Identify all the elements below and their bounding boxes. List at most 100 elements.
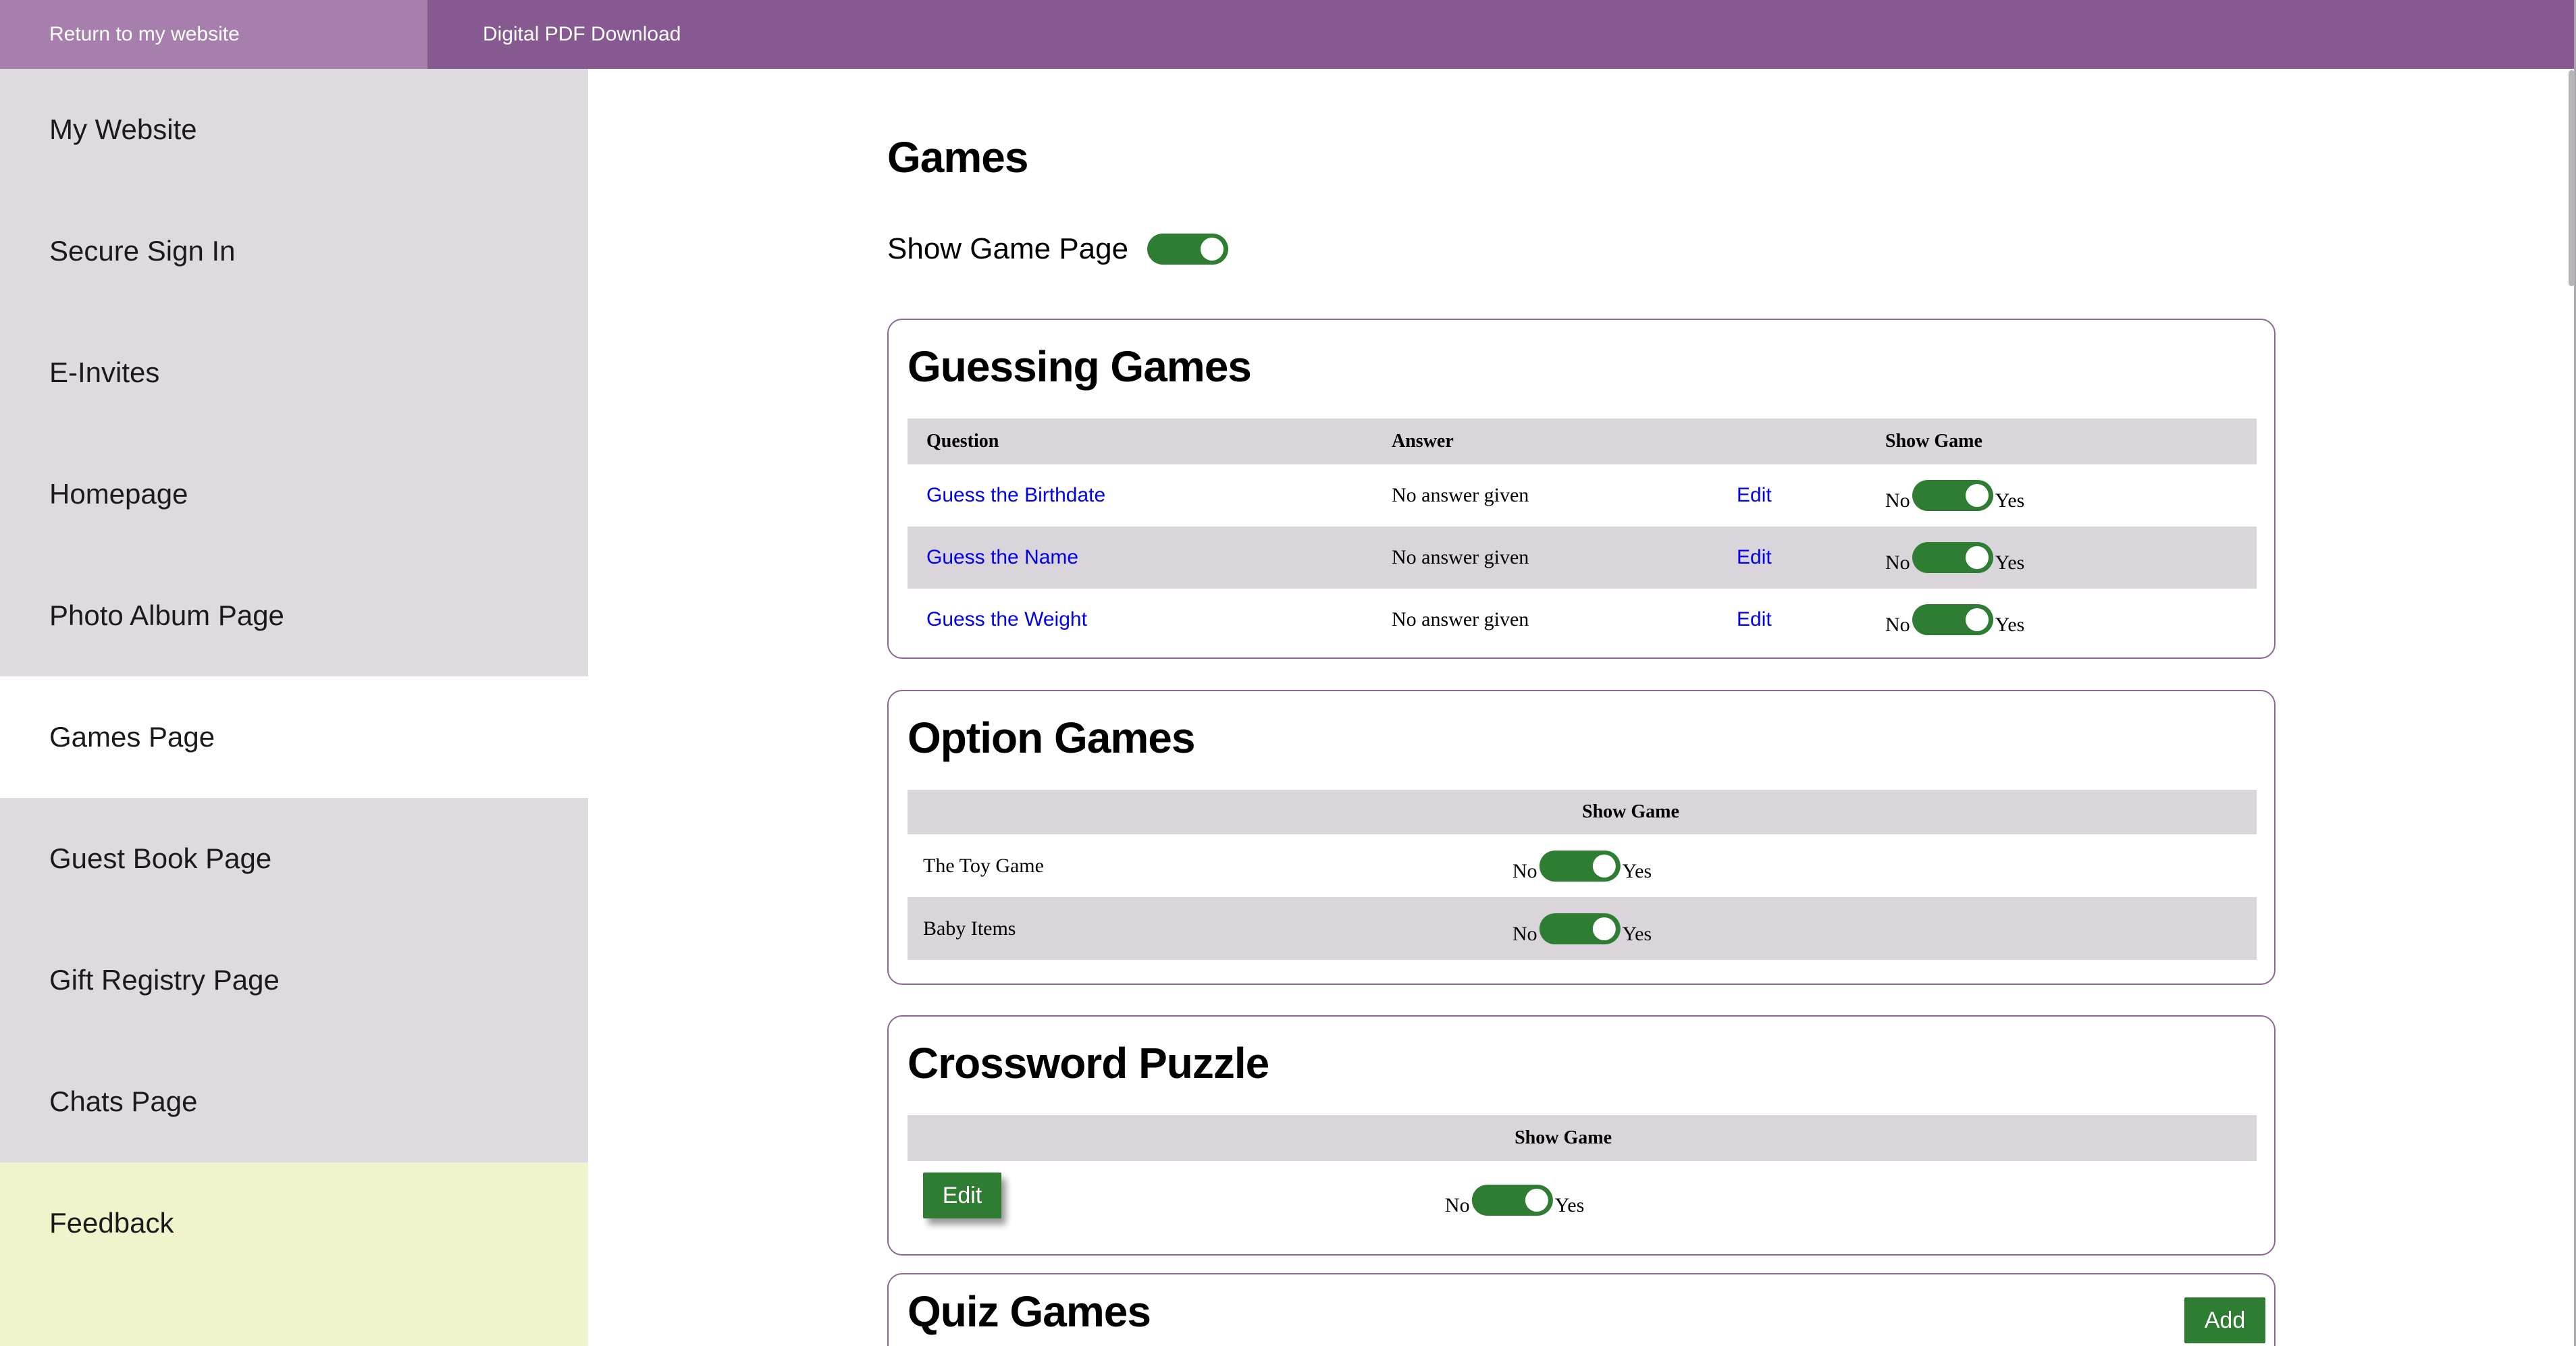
toggle-yes-label: Yes xyxy=(1995,614,2025,637)
guessing-games-card: Guessing Games Question Answer Show Game… xyxy=(887,319,2276,659)
toggle-no-label: No xyxy=(1885,614,1910,637)
table-header-row: Show Game xyxy=(908,1115,2257,1161)
quiz-games-title: Quiz Games xyxy=(908,1288,2274,1335)
show-game-page-row: Show Game Page xyxy=(887,232,1228,266)
show-game-toggle[interactable] xyxy=(1912,542,1993,573)
sidebar-item-label: Feedback xyxy=(49,1162,174,1284)
add-button[interactable]: Add xyxy=(2184,1297,2265,1343)
show-game-toggle-group: No Yes xyxy=(1513,913,1652,944)
sidebar-item-games-page[interactable]: Games Page xyxy=(0,676,588,798)
guessing-games-table: Question Answer Show Game Guess the Birt… xyxy=(908,419,2257,651)
game-name: The Toy Game xyxy=(923,855,1044,878)
digital-pdf-download-tab[interactable]: Digital PDF Download xyxy=(427,0,681,69)
show-game-toggle-group: No Yes xyxy=(1885,604,2024,635)
toggle-knob-icon xyxy=(1525,1189,1548,1212)
sidebar-item-label: Secure Sign In xyxy=(49,235,236,267)
show-game-toggle[interactable] xyxy=(1540,851,1621,882)
edit-link[interactable]: Edit xyxy=(1737,608,1772,631)
table-header-row: Question Answer Show Game xyxy=(908,419,2257,464)
table-header-row: Show Game xyxy=(908,790,2257,834)
show-game-page-toggle[interactable] xyxy=(1147,234,1228,265)
option-games-title: Option Games xyxy=(908,714,2274,761)
edit-button[interactable]: Edit xyxy=(923,1173,1001,1218)
option-games-card: Option Games Show Game The Toy Game No Y… xyxy=(887,690,2276,985)
sidebar-item-gift-registry-page[interactable]: Gift Registry Page xyxy=(0,919,588,1041)
show-game-toggle-group: No Yes xyxy=(1885,542,2024,573)
edit-link[interactable]: Edit xyxy=(1737,546,1772,569)
table-row: The Toy Game No Yes xyxy=(908,834,2257,897)
question-link[interactable]: Guess the Weight xyxy=(926,608,1087,631)
sidebar-item-label: Guest Book Page xyxy=(49,842,271,875)
show-game-page-label: Show Game Page xyxy=(887,232,1128,266)
table-row: Baby Items No Yes xyxy=(908,897,2257,960)
column-header-show-game: Show Game xyxy=(1885,431,1982,452)
sidebar-item-label: Games Page xyxy=(49,721,215,753)
toggle-knob-icon xyxy=(1966,608,1989,631)
show-game-toggle-group: No Yes xyxy=(1445,1185,1584,1216)
quiz-games-card: Quiz Games Add xyxy=(887,1273,2276,1346)
show-game-toggle-group: No Yes xyxy=(1513,851,1652,882)
toggle-knob-icon xyxy=(1201,238,1224,261)
toggle-yes-label: Yes xyxy=(1995,551,2025,574)
show-game-toggle[interactable] xyxy=(1912,480,1993,511)
toggle-yes-label: Yes xyxy=(1623,923,1652,946)
sidebar-item-my-website[interactable]: My Website xyxy=(0,69,588,190)
show-game-toggle[interactable] xyxy=(1912,604,1993,635)
question-link[interactable]: Guess the Name xyxy=(926,546,1078,569)
sidebar-item-label: E-Invites xyxy=(49,356,159,389)
toggle-knob-icon xyxy=(1966,484,1989,507)
topbar: Return to my website Digital PDF Downloa… xyxy=(0,0,2576,69)
page-title: Games xyxy=(887,134,1028,181)
sidebar-item-guest-book-page[interactable]: Guest Book Page xyxy=(0,798,588,919)
sidebar-nav: My Website Secure Sign In E-Invites Home… xyxy=(0,69,588,1346)
toggle-knob-icon xyxy=(1593,855,1616,878)
crossword-puzzle-card: Crossword Puzzle Show Game Edit No Yes xyxy=(887,1015,2276,1256)
main-content: Games Show Game Page Guessing Games Ques… xyxy=(588,69,2576,1346)
column-header-answer: Answer xyxy=(1392,431,1454,452)
table-row: Guess the Weight No answer given Edit No… xyxy=(908,589,2257,651)
sidebar-item-label: Gift Registry Page xyxy=(49,964,280,996)
crossword-table: Show Game Edit No Yes xyxy=(908,1115,2257,1256)
show-game-toggle[interactable] xyxy=(1540,913,1621,944)
answer-text: No answer given xyxy=(1392,484,1529,507)
toggle-no-label: No xyxy=(1885,489,1910,512)
sidebar-item-label: My Website xyxy=(49,113,197,146)
toggle-no-label: No xyxy=(1445,1194,1470,1217)
answer-text: No answer given xyxy=(1392,608,1529,631)
sidebar-item-label: Photo Album Page xyxy=(49,599,284,632)
guessing-games-title: Guessing Games xyxy=(908,343,2274,390)
sidebar-item-photo-album-page[interactable]: Photo Album Page xyxy=(0,555,588,676)
sidebar-item-e-invites[interactable]: E-Invites xyxy=(0,312,588,433)
return-to-website-tab[interactable]: Return to my website xyxy=(0,0,427,69)
question-link[interactable]: Guess the Birthdate xyxy=(926,484,1105,507)
scrollbar-thumb[interactable] xyxy=(2569,70,2575,286)
edit-link[interactable]: Edit xyxy=(1737,484,1772,507)
toggle-no-label: No xyxy=(1513,860,1537,883)
games-admin-page: Return to my website Digital PDF Downloa… xyxy=(0,0,2576,1346)
column-header-show-game: Show Game xyxy=(1515,1127,1612,1149)
sidebar-item-label: Chats Page xyxy=(49,1085,197,1118)
toggle-yes-label: Yes xyxy=(1623,860,1652,883)
sidebar-item-secure-sign-in[interactable]: Secure Sign In xyxy=(0,190,588,312)
table-row: Edit No Yes xyxy=(908,1161,2257,1256)
toggle-knob-icon xyxy=(1966,546,1989,569)
sidebar-item-label: Homepage xyxy=(49,478,188,510)
toggle-yes-label: Yes xyxy=(1555,1194,1585,1217)
toggle-knob-icon xyxy=(1593,917,1616,940)
game-name: Baby Items xyxy=(923,917,1016,940)
toggle-no-label: No xyxy=(1885,551,1910,574)
toggle-no-label: No xyxy=(1513,923,1537,946)
sidebar-item-chats-page[interactable]: Chats Page xyxy=(0,1041,588,1162)
crossword-puzzle-title: Crossword Puzzle xyxy=(908,1040,2274,1087)
column-header-show-game: Show Game xyxy=(1582,801,1679,823)
toggle-yes-label: Yes xyxy=(1995,489,2025,512)
show-game-toggle[interactable] xyxy=(1472,1185,1553,1216)
table-row: Guess the Name No answer given Edit No Y… xyxy=(908,527,2257,589)
show-game-toggle-group: No Yes xyxy=(1885,480,2024,511)
option-games-table: Show Game The Toy Game No Yes Baby Items… xyxy=(908,790,2257,960)
answer-text: No answer given xyxy=(1392,546,1529,569)
column-header-question: Question xyxy=(926,431,999,452)
sidebar-item-homepage[interactable]: Homepage xyxy=(0,433,588,555)
sidebar-item-feedback[interactable]: Feedback xyxy=(0,1162,588,1346)
table-row: Guess the Birthdate No answer given Edit… xyxy=(908,464,2257,527)
